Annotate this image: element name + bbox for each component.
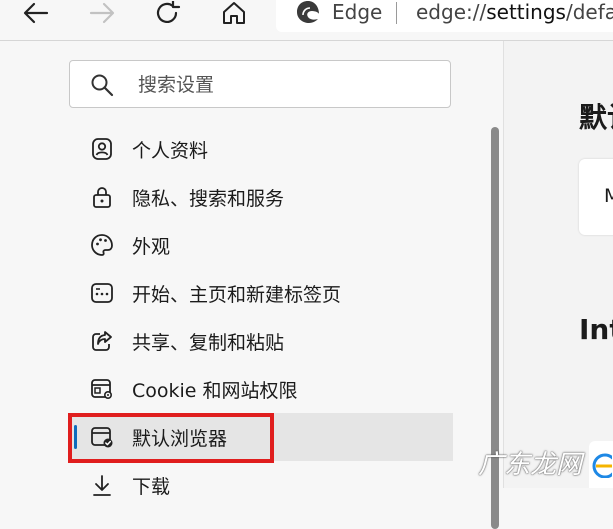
share-icon <box>92 331 112 351</box>
sidebar-item-profile[interactable]: 个人资料 <box>68 125 453 173</box>
address-separator <box>396 2 397 24</box>
sidebar-item-label: 共享、复制和粘贴 <box>132 332 285 354</box>
sidebar-item-label: 下载 <box>132 476 171 498</box>
section-title-2: Int <box>579 313 613 346</box>
section-title: 默认 <box>579 101 613 134</box>
sidebar-item-cookies[interactable]: Cookie 和网站权限 <box>68 365 453 413</box>
url-path: /defau <box>565 0 613 24</box>
sidebar-item-label: 默认浏览器 <box>132 428 228 450</box>
refresh-icon <box>156 1 181 24</box>
home-grid-icon <box>91 283 113 303</box>
address-url[interactable]: edge://settings/defau <box>416 0 613 24</box>
settings-sidebar: 个人资料 隐私、搜索和服务 外观 <box>0 41 503 529</box>
sidebar-item-appearance[interactable]: 外观 <box>68 221 453 269</box>
forward-button[interactable] <box>82 0 122 26</box>
sidebar-item-downloads[interactable]: 下载 <box>68 461 453 509</box>
sidebar-item-label: 外观 <box>132 236 171 258</box>
lock-icon <box>93 187 111 208</box>
back-arrow-icon <box>23 2 49 24</box>
search-input[interactable] <box>136 70 440 100</box>
search-icon <box>91 74 114 97</box>
settings-nav: 个人资料 隐私、搜索和服务 外观 开始、主页和新建标签页 共享、复制和粘贴 Co… <box>68 125 453 509</box>
palette-icon <box>91 234 113 256</box>
watermark-text: 广东龙网 <box>478 450 583 480</box>
settings-content: 默认 M Int <box>504 41 613 488</box>
profile-icon <box>92 138 112 160</box>
ie-logo-icon <box>592 453 612 478</box>
sidebar-item-share-copy-paste[interactable]: 共享、复制和粘贴 <box>68 317 453 365</box>
sidebar-item-privacy[interactable]: 隐私、搜索和服务 <box>68 173 453 221</box>
url-host: settings <box>486 0 566 24</box>
back-button[interactable] <box>16 0 56 26</box>
site-permissions-icon <box>91 379 113 400</box>
home-icon <box>223 2 245 24</box>
download-icon <box>93 475 111 496</box>
browser-toolbar: Edge edge://settings/defau <box>0 0 613 41</box>
address-brand: Edge <box>332 0 383 24</box>
sidebar-item-default-browser[interactable]: 默认浏览器 <box>68 413 453 461</box>
settings-card: M <box>579 159 613 235</box>
sidebar-item-label: 隐私、搜索和服务 <box>132 188 285 210</box>
sidebar-item-label: 开始、主页和新建标签页 <box>132 284 342 306</box>
refresh-button[interactable] <box>148 0 188 26</box>
home-button[interactable] <box>214 0 254 26</box>
sidebar-item-label: 个人资料 <box>132 140 209 162</box>
search-box[interactable] <box>69 60 451 108</box>
sidebar-item-start-home[interactable]: 开始、主页和新建标签页 <box>68 269 453 317</box>
default-browser-icon <box>91 427 113 448</box>
forward-arrow-icon <box>89 2 115 24</box>
url-prefix: edge:// <box>416 0 487 24</box>
sidebar-item-label: Cookie 和网站权限 <box>132 380 298 402</box>
card-text: M <box>604 185 613 207</box>
edge-logo-icon <box>297 1 319 23</box>
address-bar[interactable]: Edge edge://settings/defau <box>276 0 613 32</box>
